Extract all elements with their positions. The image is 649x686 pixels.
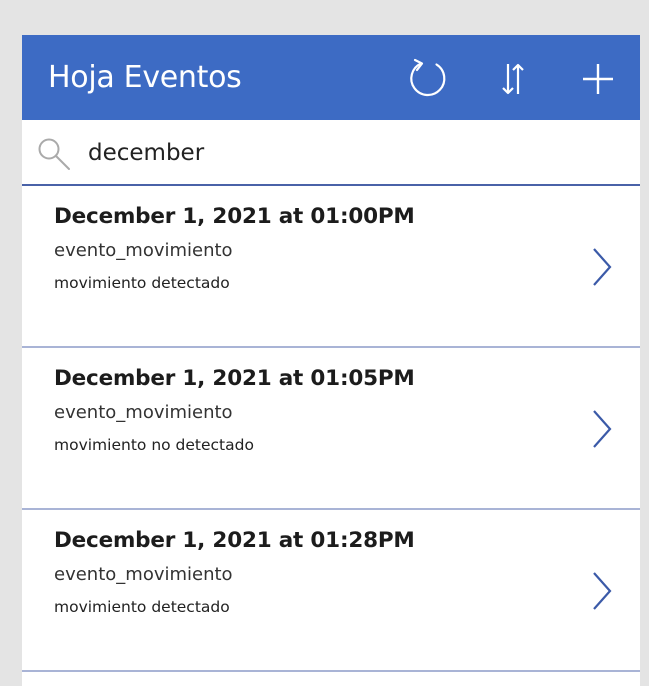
gallery-item[interactable]: December 1, 2021 at 01:00PM evento_movim… [22, 186, 640, 348]
events-gallery: December 1, 2021 at 01:00PM evento_movim… [22, 186, 640, 686]
event-subtitle: evento_movimiento [54, 564, 233, 585]
chevron-right-icon[interactable] [586, 408, 616, 450]
sort-button[interactable] [489, 55, 537, 103]
app-screen: Hoja Eventos december December 1, 2021 a… [22, 35, 640, 686]
refresh-icon [410, 58, 446, 97]
search-icon [38, 138, 70, 170]
event-title: December 1, 2021 at 01:28PM [54, 528, 415, 553]
event-title: December 1, 2021 at 01:05PM [54, 366, 415, 391]
event-description: movimiento no detectado [54, 436, 254, 454]
event-description: movimiento detectado [54, 598, 230, 616]
search-bar [22, 120, 640, 186]
chevron-right-icon[interactable] [586, 246, 616, 288]
chevron-right-icon[interactable] [586, 570, 616, 612]
add-icon [583, 64, 613, 94]
header-bar: Hoja Eventos [22, 35, 640, 120]
row-divider [22, 670, 640, 672]
add-button[interactable] [574, 55, 622, 103]
event-title: December 1, 2021 at 01:00PM [54, 204, 415, 229]
event-description: movimiento detectado [54, 274, 230, 292]
event-subtitle: evento_movimiento [54, 240, 233, 261]
refresh-button[interactable] [404, 55, 452, 103]
gallery-item[interactable]: December 1, 2021 at 01:28PM evento_movim… [22, 510, 640, 672]
page-title: Hoja Eventos [48, 60, 242, 95]
gallery-item[interactable]: December 1, 2021 at 01:05PM evento_movim… [22, 348, 640, 510]
search-input[interactable] [88, 134, 608, 172]
sort-icon [502, 63, 524, 95]
event-subtitle: evento_movimiento [54, 402, 233, 423]
